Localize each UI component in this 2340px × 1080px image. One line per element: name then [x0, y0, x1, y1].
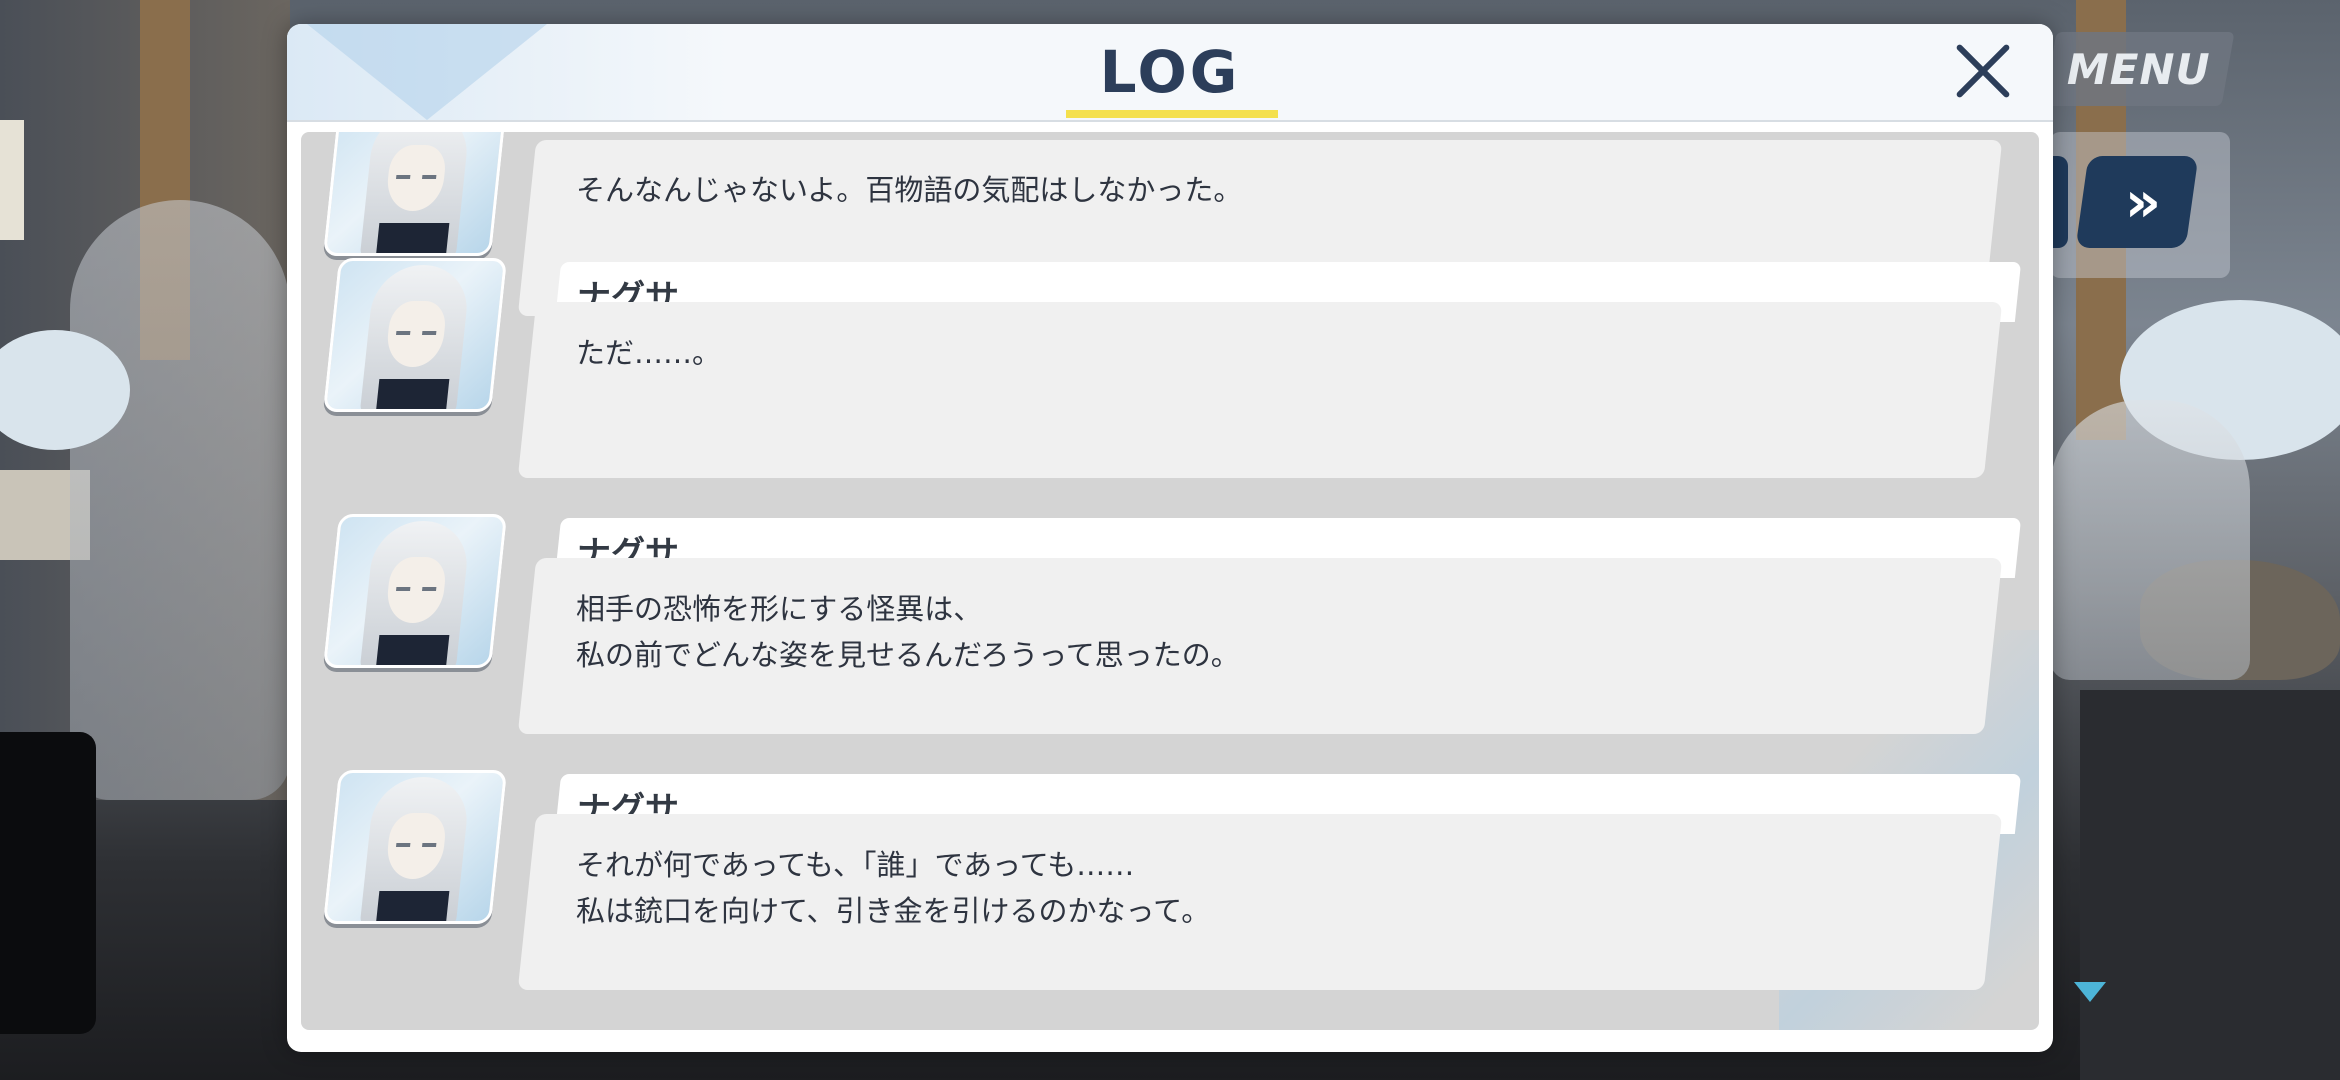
background-character	[70, 200, 290, 800]
speaker-portrait	[322, 770, 508, 924]
background-character	[2050, 400, 2250, 680]
background-pool	[2080, 690, 2340, 1080]
dialogue-line: 私は銃口を向けて、引き金を引けるのかなって。	[576, 894, 1211, 928]
speaker-portrait	[322, 258, 508, 412]
menu-button[interactable]: MENU	[2043, 32, 2235, 106]
log-title: LOG	[1099, 38, 1241, 106]
fast-forward-icon: »	[2124, 169, 2150, 235]
log-list[interactable]: そんなんじゃないよ。百物語の気配はしなかった。 ナグサ ただ……。 ナグサ 相手…	[301, 132, 2039, 1030]
log-window: LOG そんなんじゃないよ。百物語の気配はしなかった。 ナグサ ただ……。 ナグ…	[287, 24, 2053, 1052]
menu-label: MENU	[2067, 44, 2211, 94]
title-underline	[1066, 110, 1278, 118]
log-entry: そんなんじゃないよ。百物語の気配はしなかった。	[301, 132, 2039, 316]
fast-forward-button[interactable]: »	[2075, 156, 2199, 248]
dialogue-line: 相手の恐怖を形にする怪異は、	[576, 592, 983, 626]
speaker-portrait	[322, 132, 508, 256]
advance-arrow-icon	[2074, 982, 2106, 1002]
log-entry: ナグサ それが何であっても、「誰」であっても…… 私は銃口を向けて、引き金を引け…	[301, 770, 2039, 1030]
dialogue-bubble	[517, 302, 2003, 478]
dialogue-line: それが何であっても、「誰」であっても……	[576, 848, 1135, 882]
speaker-portrait	[322, 514, 508, 668]
dialogue-line: そんなんじゃないよ。百物語の気配はしなかった。	[576, 173, 1243, 207]
background-shadow	[0, 732, 96, 1034]
dialogue-line: ただ……。	[576, 336, 722, 370]
background-window	[0, 120, 24, 240]
log-header: LOG	[287, 24, 2053, 122]
dialogue-line: 私の前でどんな姿を見せるんだろうって思ったの。	[576, 638, 1240, 672]
close-icon[interactable]	[1951, 40, 2015, 104]
